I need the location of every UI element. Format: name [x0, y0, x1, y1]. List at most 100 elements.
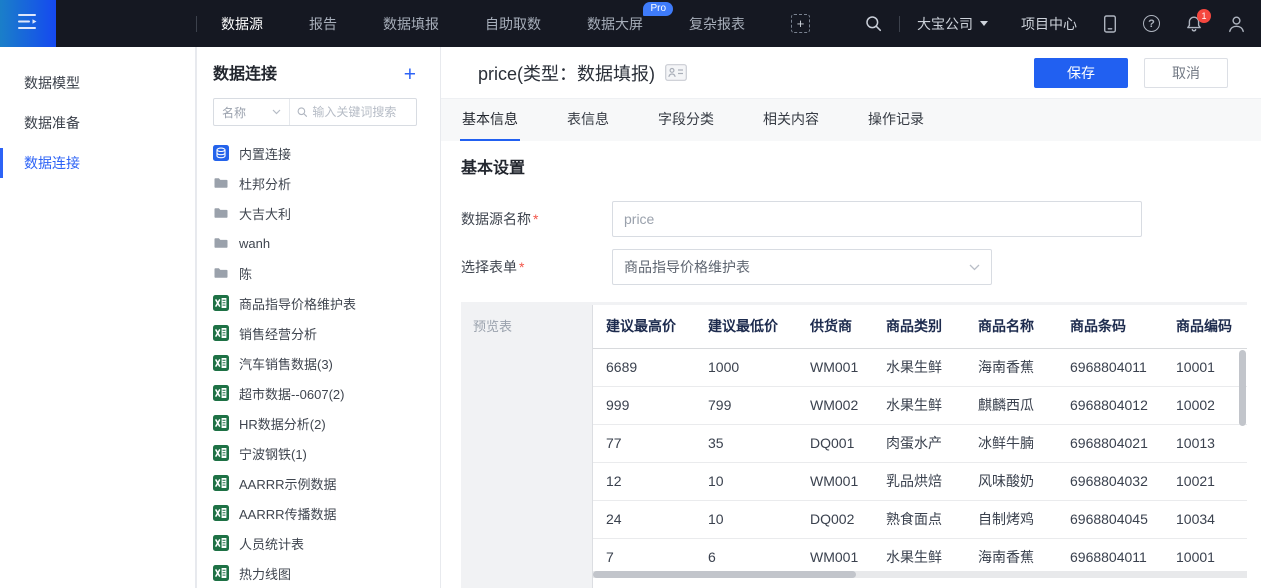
tree-item-10[interactable]: 宁波钢铁(1)	[197, 438, 440, 468]
tree-item-label: 热力线图	[239, 564, 291, 583]
nav-item-2[interactable]: 数据填报	[383, 14, 439, 34]
sidebar-item-1[interactable]: 数据准备	[0, 103, 195, 143]
tree-item-8[interactable]: 超市数据--0607(2)	[197, 378, 440, 408]
excel-icon	[213, 325, 229, 341]
table-cell: 24	[593, 500, 695, 538]
table-cell: 10	[695, 462, 797, 500]
tab-1[interactable]: 表信息	[565, 99, 611, 141]
tree-item-12[interactable]: AARRR传播数据	[197, 498, 440, 528]
table-header-cell: 供货商	[797, 305, 873, 348]
table-cell: 999	[593, 386, 695, 424]
tree-item-label: AARRR示例数据	[239, 474, 337, 493]
excel-icon	[213, 565, 229, 581]
app-menu-button[interactable]	[0, 0, 56, 47]
tree-item-14[interactable]: 热力线图	[197, 558, 440, 588]
tree-item-4[interactable]: 陈	[197, 258, 440, 288]
datasource-name-label: 数据源名称*	[461, 209, 612, 229]
search-filter-label: 名称	[222, 104, 246, 121]
table-header-row: 建议最高价建议最低价供货商商品类别商品名称商品条码商品编码	[593, 305, 1247, 348]
datasource-name-row: 数据源名称*	[461, 201, 1261, 237]
hamburger-icon	[18, 13, 38, 35]
notification-badge: 1	[1197, 9, 1211, 23]
tree-item-6[interactable]: 销售经营分析	[197, 318, 440, 348]
company-selector[interactable]: 大宝公司	[917, 14, 988, 34]
tree-item-label: 汽车销售数据(3)	[239, 354, 333, 373]
tree-item-13[interactable]: 人员统计表	[197, 528, 440, 558]
search-filter-dropdown[interactable]: 名称	[214, 99, 290, 125]
vertical-scrollbar-thumb[interactable]	[1239, 350, 1246, 426]
tree-item-label: 大吉大利	[239, 204, 291, 223]
table-row: 1210WM001乳品烘焙风味酸奶696880403210021	[593, 462, 1247, 500]
search-icon[interactable]	[865, 15, 882, 32]
tree-item-label: 宁波钢铁(1)	[239, 444, 307, 463]
table-header-cell: 建议最低价	[695, 305, 797, 348]
notification-bell-icon[interactable]: 1	[1185, 15, 1203, 33]
table-cell: 6968804012	[1057, 386, 1163, 424]
form-select-dropdown[interactable]: 商品指导价格维护表	[612, 249, 992, 285]
tree-item-2[interactable]: 大吉大利	[197, 198, 440, 228]
datasource-name-input[interactable]	[612, 201, 1142, 237]
table-cell: 10013	[1163, 424, 1247, 462]
tree-item-0[interactable]: 内置连接	[197, 138, 440, 168]
folder-icon	[213, 265, 229, 281]
help-icon[interactable]: ?	[1143, 15, 1160, 32]
tab-2[interactable]: 字段分类	[656, 99, 716, 141]
table-cell: 6968804045	[1057, 500, 1163, 538]
table-row: 7735DQ001肉蛋水产冰鲜牛腩696880402110013	[593, 424, 1247, 462]
table-cell: 10034	[1163, 500, 1247, 538]
tree-item-3[interactable]: wanh	[197, 228, 440, 258]
table-cell: 风味酸奶	[965, 462, 1057, 500]
table-cell: WM001	[797, 348, 873, 386]
add-connection-button[interactable]: +	[404, 66, 416, 84]
connection-search-bar: 名称	[213, 98, 417, 126]
add-module-icon[interactable]: +	[791, 14, 810, 33]
form-select-row: 选择表单* 商品指导价格维护表	[461, 249, 1261, 285]
sidebar-item-0[interactable]: 数据模型	[0, 63, 195, 103]
tree-item-label: 商品指导价格维护表	[239, 294, 356, 313]
table-row: 2410DQ002熟食面点自制烤鸡696880404510034	[593, 500, 1247, 538]
tree-item-7[interactable]: 汽车销售数据(3)	[197, 348, 440, 378]
save-button[interactable]: 保存	[1034, 58, 1128, 88]
table-cell: 熟食面点	[873, 500, 965, 538]
table-cell: 10021	[1163, 462, 1247, 500]
id-card-icon[interactable]	[665, 64, 687, 81]
mobile-device-icon[interactable]	[1102, 15, 1118, 33]
nav-item-3[interactable]: 自助取数	[485, 14, 541, 34]
user-avatar-icon[interactable]	[1228, 15, 1245, 33]
excel-icon	[213, 295, 229, 311]
folder-icon	[213, 235, 229, 251]
table-row: 66891000WM001水果生鲜海南香蕉696880401110001	[593, 348, 1247, 386]
nav-item-1[interactable]: 报告	[309, 14, 337, 34]
tab-0[interactable]: 基本信息	[460, 99, 520, 141]
cancel-button[interactable]: 取消	[1144, 58, 1228, 88]
excel-icon	[213, 445, 229, 461]
excel-icon	[213, 505, 229, 521]
tab-bar: 基本信息 表信息 字段分类 相关内容 操作记录	[441, 98, 1261, 141]
chevron-down-icon	[272, 109, 281, 115]
tree-item-9[interactable]: HR数据分析(2)	[197, 408, 440, 438]
horizontal-scrollbar-thumb[interactable]	[593, 571, 856, 578]
tab-4[interactable]: 操作记录	[866, 99, 926, 141]
required-mark: *	[533, 211, 538, 227]
tree-item-1[interactable]: 杜邦分析	[197, 168, 440, 198]
preview-section: 预览表 建议最高价建议最低价供货商商品类别商品名称商品条码商品编码6689100…	[461, 302, 1247, 588]
tree-item-label: 超市数据--0607(2)	[239, 384, 344, 403]
nav-item-4[interactable]: 数据大屏Pro	[587, 14, 643, 34]
tab-3[interactable]: 相关内容	[761, 99, 821, 141]
nav-item-0[interactable]: 数据源	[221, 14, 263, 34]
main-panel: price(类型：数据填报) 保存 取消 基本信息表信息字段分类相关内容操作记录…	[441, 47, 1261, 588]
tree-item-11[interactable]: AARRR示例数据	[197, 468, 440, 498]
main-content: 基本设置 数据源名称* 选择表单* 商品指导价格维护表 预览表 建议最高价建议最…	[441, 141, 1261, 588]
table-cell: 乳品烘焙	[873, 462, 965, 500]
keyword-search-input[interactable]	[312, 105, 409, 119]
table-header-cell: 商品名称	[965, 305, 1057, 348]
table-cell: 1000	[695, 348, 797, 386]
excel-icon	[213, 415, 229, 431]
nav-item-5[interactable]: 复杂报表	[689, 14, 745, 34]
tree-item-5[interactable]: 商品指导价格维护表	[197, 288, 440, 318]
sidebar-item-2[interactable]: 数据连接	[0, 143, 195, 183]
table-cell: 水果生鲜	[873, 386, 965, 424]
search-input-wrap	[290, 105, 416, 119]
project-center-link[interactable]: 项目中心	[1021, 14, 1077, 34]
nav-divider	[196, 16, 197, 32]
